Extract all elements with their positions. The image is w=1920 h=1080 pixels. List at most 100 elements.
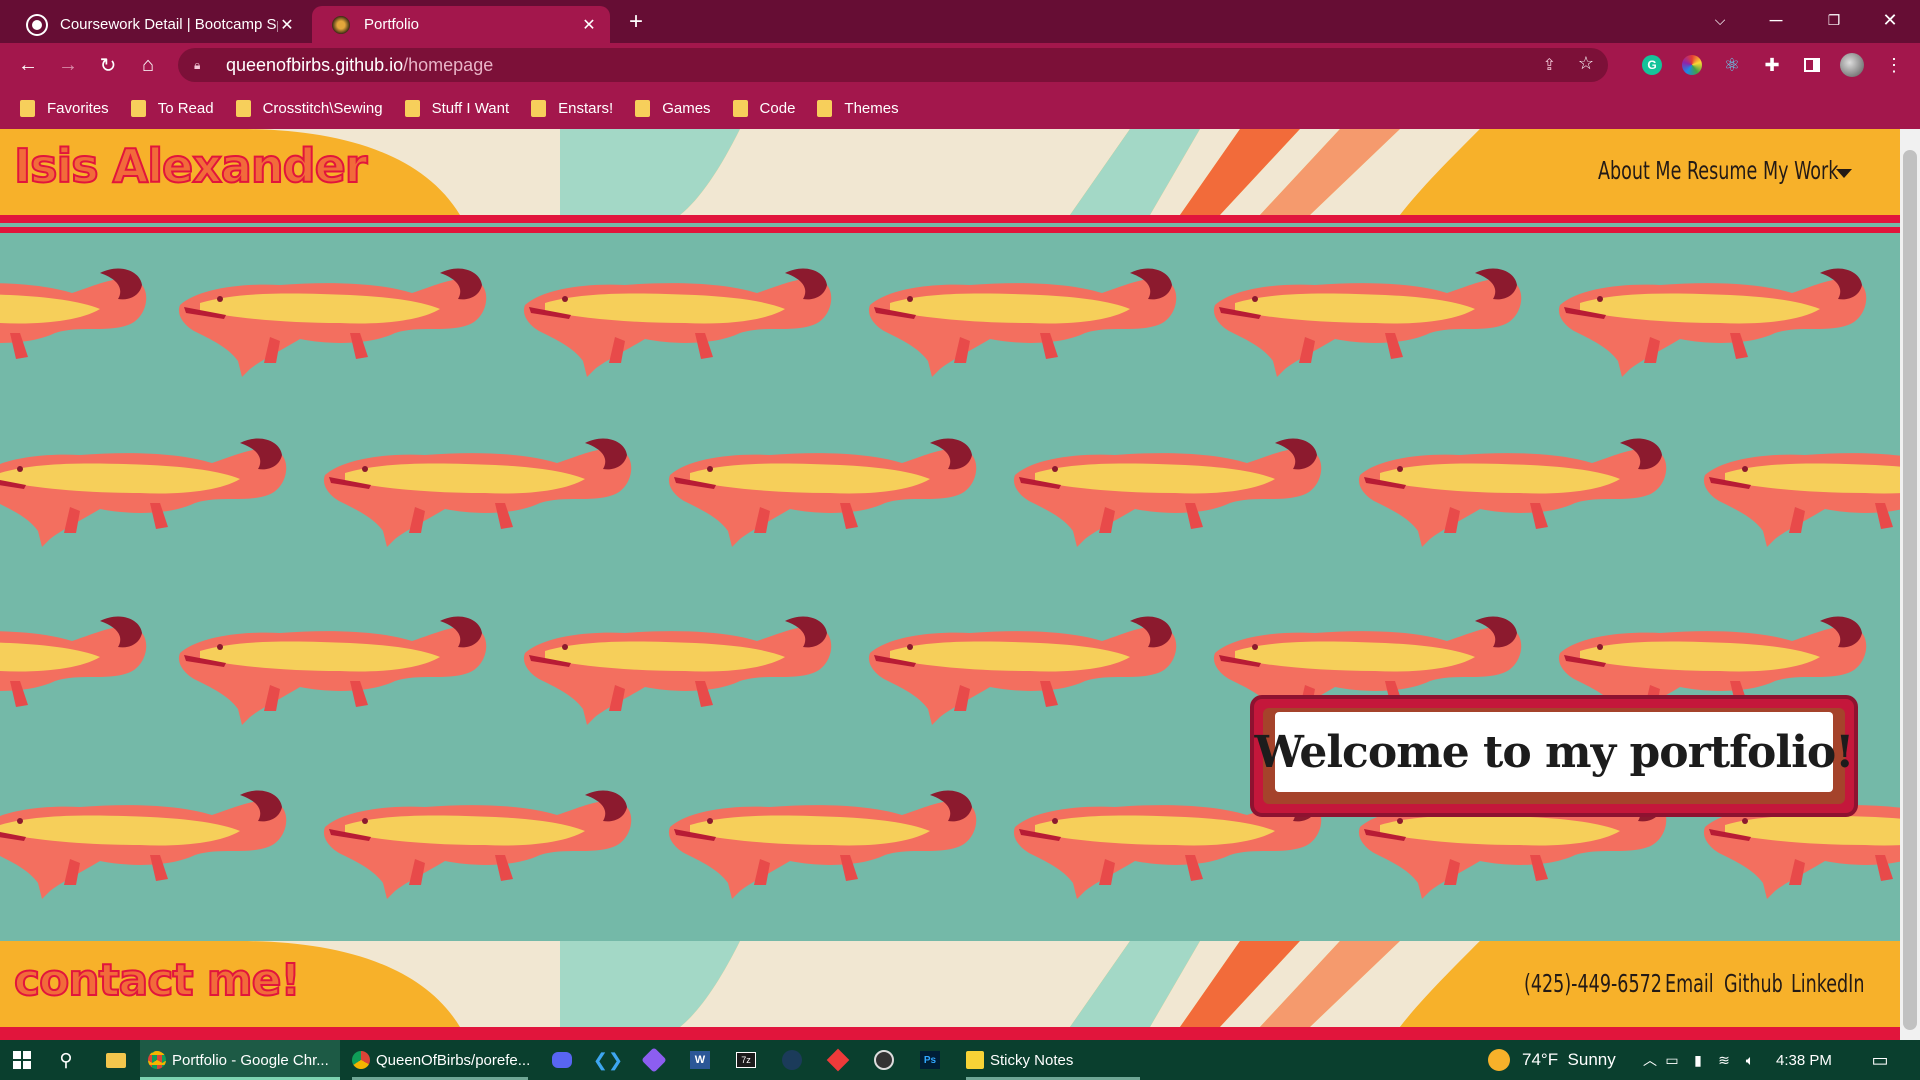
portfolio-favicon-icon [332, 15, 350, 34]
folder-icon [235, 100, 251, 117]
page-viewport: Isis Alexander About Me Resume My Work W… [0, 129, 1900, 1040]
bookmark-label: Games [662, 100, 711, 117]
wifi-icon[interactable]: ≋ [1712, 1048, 1736, 1072]
bookmark-crosstitch-sewing[interactable]: Crosstitch\Sewing [235, 100, 383, 117]
file-explorer-icon[interactable] [104, 1048, 128, 1072]
chrome-menu-icon[interactable]: ⋮ [1880, 51, 1908, 79]
folder-icon [531, 100, 547, 117]
windows-start-icon[interactable] [10, 1048, 34, 1072]
footer-phone-link[interactable]: (425)-449-6572 [1524, 969, 1662, 998]
taskbar-sticky-notes[interactable]: Sticky Notes [958, 1040, 1148, 1080]
battery-icon[interactable]: ▮ [1686, 1048, 1710, 1072]
folder-icon [635, 100, 651, 117]
back-arrow-icon[interactable]: ← [12, 49, 44, 81]
footer-email-link[interactable]: Email [1665, 969, 1714, 998]
vscode-icon[interactable]: ❮❯ [593, 1048, 623, 1072]
address-bar[interactable]: 🔒︎ queenofbirbs.github.io/homepage ⇪ ☆ [178, 48, 1608, 82]
dropdown-caret-icon[interactable] [1836, 169, 1852, 178]
site-logo[interactable]: Isis Alexander [13, 138, 368, 194]
lock-icon: 🔒︎ [194, 57, 201, 72]
nav-about-me[interactable]: About Me [1598, 156, 1681, 185]
bookmark-enstars[interactable]: Enstars! [531, 100, 613, 117]
windows-taskbar: ⚲ Portfolio - Google Chr... QueenOfBirbs… [0, 1040, 1920, 1080]
bookmark-label: Code [759, 100, 796, 117]
site-header: Isis Alexander About Me Resume My Work [0, 129, 1900, 215]
chrome-icon [148, 1051, 166, 1069]
close-icon[interactable]: ✕ [580, 15, 598, 35]
bookmark-label: Stuff I Want [431, 100, 510, 117]
tab-title: Coursework Detail | Bootcamp Sp [60, 16, 278, 33]
taskbar-chrome-portfolio[interactable]: Portfolio - Google Chr... [140, 1040, 340, 1080]
window-close-button[interactable]: ✕ [1862, 0, 1918, 40]
bookmark-stuff-i-want[interactable]: Stuff I Want [404, 100, 510, 117]
tab-portfolio[interactable]: Portfolio ✕ [312, 6, 610, 43]
steam-icon[interactable] [780, 1048, 804, 1072]
bookmark-label: Themes [844, 100, 899, 117]
bookmark-label: Favorites [47, 100, 109, 117]
folder-icon [732, 100, 748, 117]
forward-arrow-icon[interactable]: → [52, 49, 84, 81]
side-panel-icon[interactable] [1798, 51, 1826, 79]
bookmark-themes[interactable]: Themes [817, 100, 899, 117]
minimize-button[interactable]: ─ [1748, 0, 1804, 40]
extensions-puzzle-icon[interactable]: ✚ [1758, 51, 1786, 79]
globe-icon [28, 15, 46, 34]
folder-icon [20, 100, 35, 117]
meet-now-icon[interactable]: ▭ [1660, 1048, 1684, 1072]
header-divider [0, 215, 1900, 223]
footer-divider [0, 1027, 1900, 1040]
bookmark-code[interactable]: Code [732, 100, 796, 117]
browser-title-bar: Coursework Detail | Bootcamp Sp ✕ Portfo… [0, 0, 1920, 43]
color-picker-extension-icon[interactable] [1678, 51, 1706, 79]
profile-avatar[interactable] [1838, 51, 1866, 79]
search-icon[interactable]: ⚲ [54, 1048, 78, 1072]
folder-icon [404, 100, 420, 117]
bookmark-label: Crosstitch\Sewing [262, 100, 383, 117]
alligator-pattern-background [0, 268, 1900, 899]
footer-linkedin-link[interactable]: LinkedIn [1791, 969, 1864, 998]
taskbar-chrome-github[interactable]: QueenOfBirbs/porefe... [344, 1040, 536, 1080]
close-icon[interactable]: ✕ [278, 15, 296, 35]
bookmark-games[interactable]: Games [635, 100, 711, 117]
tab-coursework[interactable]: Coursework Detail | Bootcamp Sp ✕ [8, 6, 308, 43]
chevron-up-icon[interactable]: ︿ [1638, 1048, 1662, 1072]
folder-icon [817, 100, 833, 117]
bookmark-label: Enstars! [558, 100, 614, 117]
share-icon[interactable]: ⇪ [1543, 55, 1556, 75]
url-path: /homepage [403, 54, 494, 75]
scrollbar-thumb[interactable] [1903, 150, 1917, 1030]
welcome-heading: Welcome to my portfolio! [1254, 726, 1855, 778]
notification-icon[interactable]: ▭ [1868, 1048, 1892, 1072]
new-tab-button[interactable]: + [622, 8, 650, 36]
github-desktop-icon[interactable] [641, 1047, 667, 1073]
weather-widget[interactable]: 74°F Sunny [1488, 1040, 1616, 1080]
bookmark-to-read[interactable]: To Read [130, 100, 214, 117]
bookmarks-bar: Favorites To Read Crosstitch\Sewing Stuf… [0, 88, 1920, 129]
photoshop-icon[interactable]: Ps [918, 1048, 942, 1072]
taskbar-app-label: Sticky Notes [990, 1051, 1074, 1069]
git-kraken-icon[interactable] [826, 1048, 850, 1072]
grammarly-icon[interactable]: G [1638, 51, 1666, 79]
7zip-icon[interactable]: 7z [734, 1048, 758, 1072]
word-icon[interactable]: W [688, 1048, 712, 1072]
clock[interactable]: 4:38 PM [1776, 1040, 1832, 1080]
site-footer: contact me! (425)-449-6572 Email Github … [0, 941, 1900, 1027]
reload-icon[interactable]: ↻ [92, 49, 124, 81]
restore-button[interactable]: ❐ [1806, 0, 1862, 40]
nav-resume[interactable]: Resume [1687, 156, 1757, 185]
volume-icon[interactable]: 🔈︎ [1738, 1048, 1762, 1072]
sticky-notes-icon [966, 1051, 984, 1069]
sun-icon [1488, 1049, 1510, 1071]
bookmark-favorites[interactable]: Favorites [20, 100, 109, 117]
react-devtools-icon[interactable]: ⚛ [1718, 51, 1746, 79]
discord-icon[interactable] [550, 1048, 574, 1072]
tab-search-chevron-icon[interactable]: ⌵ [1692, 0, 1748, 40]
footer-github-link[interactable]: Github [1724, 969, 1783, 998]
obs-icon[interactable] [872, 1048, 896, 1072]
nav-my-work[interactable]: My Work [1763, 156, 1838, 185]
weather-text: 74°F Sunny [1522, 1050, 1616, 1069]
home-icon[interactable]: ⌂ [132, 49, 164, 81]
folder-icon [130, 100, 146, 117]
chrome-icon [352, 1051, 370, 1069]
bookmark-star-icon[interactable]: ☆ [1578, 53, 1594, 74]
